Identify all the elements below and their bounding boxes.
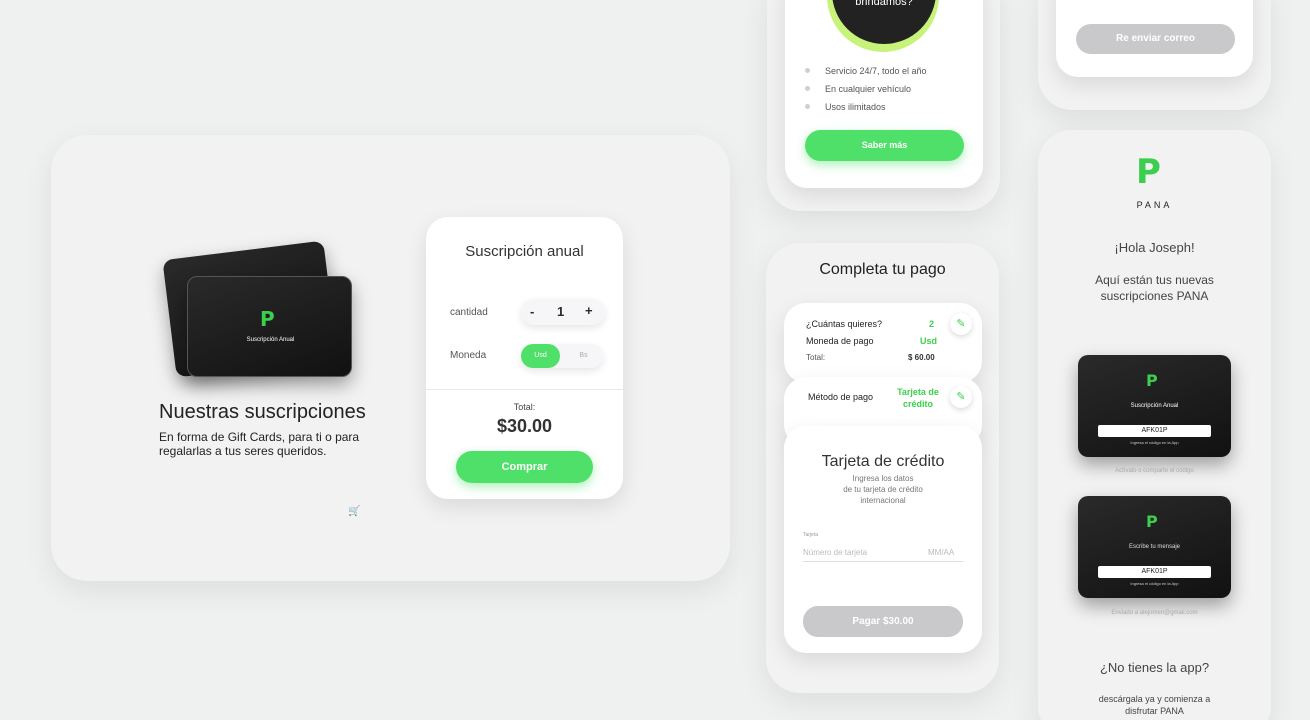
credit-card-form: Tarjeta de crédito Ingresa los datos de … — [784, 426, 982, 653]
bullet-icon — [805, 104, 810, 109]
card-field-label: Tarjeta — [803, 532, 819, 538]
gift-card-label: Suscripción Anual — [1130, 403, 1179, 409]
benefit-item: Servicio 24/7, todo el año — [825, 66, 927, 76]
resend-email-button[interactable]: Re enviar correo — [1076, 24, 1235, 54]
gift-card-label: Suscripción Anual — [246, 337, 295, 343]
pana-logo-icon: P — [1146, 371, 1158, 390]
edit-summary-icon[interactable]: ✎ — [950, 313, 972, 335]
gift-card-2: P Escribe tu mensaje AFK01P Ingresa el c… — [1078, 496, 1231, 598]
summary-row-value: Usd — [920, 336, 938, 346]
benefit-item: En cualquier vehículo — [825, 84, 912, 94]
bullet-icon — [805, 86, 810, 91]
gift-card-caption: Enviado a alejomen@gmail.com — [1111, 610, 1198, 616]
summary-row-label: ¿Cuántas quieres? — [806, 319, 883, 329]
total-label: Total: — [513, 402, 536, 412]
increment-button[interactable]: + — [585, 303, 593, 318]
gift-card-caption: Actívalo o comparte el código — [1115, 468, 1194, 474]
method-value-line2: crédito — [902, 399, 933, 409]
method-label: Método de pago — [808, 392, 874, 402]
card-number-input[interactable]: Número de tarjeta — [803, 548, 867, 557]
gift-code-hint: Ingresa el código en la App — [1130, 581, 1179, 586]
purchase-widget: Suscripción anual cantidad - 1 + Moneda … — [426, 217, 623, 499]
benefits-card: brindamos? Servicio 24/7, todo el año En… — [785, 0, 983, 188]
benefits-circle-text: brindamos? — [855, 0, 913, 8]
download-line1: descárgala ya y comienza a — [1098, 694, 1211, 704]
currency-toggle[interactable]: Usd Bs — [521, 344, 603, 368]
summary-row-label: Moneda de pago — [806, 336, 874, 346]
bullet-icon — [805, 68, 810, 73]
payment-panel: Completa tu pago ¿Cuántas quieres? 2 Mon… — [766, 243, 999, 693]
gift-card-1: P Suscripción Anual AFK01P Ingresa el có… — [1078, 355, 1231, 457]
pana-logo-icon: P — [1146, 512, 1158, 531]
email-panel: P PANA ¡Hola Joseph! Aquí están tus nuev… — [1038, 130, 1271, 720]
summary-row-label: Total: — [806, 353, 826, 362]
message-line2: suscripciones PANA — [1100, 289, 1209, 303]
form-desc-line1: Ingresa los datos — [852, 474, 914, 483]
subscriptions-panel: P Suscripción Anual Nuestras suscripcion… — [51, 135, 730, 581]
resend-panel: Re enviar correo — [1038, 0, 1271, 110]
gift-card-front[interactable]: P Suscripción Anual — [187, 276, 352, 377]
edit-method-icon[interactable]: ✎ — [950, 386, 972, 408]
widget-title: Suscripción anual — [465, 243, 584, 260]
total-value: $30.00 — [496, 416, 553, 436]
form-title: Tarjeta de crédito — [821, 453, 945, 470]
gift-code: AFK01P — [1098, 566, 1211, 578]
section-title: Nuestras suscripciones — [159, 401, 366, 423]
gift-card-message: Escribe tu mensaje — [1128, 544, 1181, 550]
section-subtitle-line1: En forma de Gift Cards, para ti o para — [159, 430, 360, 444]
summary-row-value: 2 — [929, 319, 935, 329]
card-input-underline — [803, 561, 963, 562]
quantity-value: 1 — [557, 304, 565, 319]
gift-code-hint: Ingresa el código en la App — [1130, 440, 1179, 445]
method-value-line1: Tarjeta de — [897, 387, 939, 397]
currency-label: Moneda — [450, 350, 487, 361]
pana-logo-icon: P — [1136, 152, 1161, 192]
currency-option-bs[interactable]: Bs — [564, 344, 603, 368]
section-subtitle-line2: regalarlas a tus seres queridos. — [159, 444, 327, 458]
order-summary-card: ¿Cuántas quieres? 2 Moneda de pago Usd T… — [784, 303, 982, 383]
resend-card: Re enviar correo — [1056, 0, 1253, 77]
gift-code: AFK01P — [1098, 425, 1211, 437]
currency-option-usd[interactable]: Usd — [521, 344, 560, 368]
decrement-button[interactable]: - — [530, 304, 534, 319]
quantity-stepper[interactable]: - 1 + — [521, 299, 605, 325]
download-line2: disfrutar PANA — [1125, 706, 1184, 716]
summary-row-value: $ 60.00 — [908, 353, 935, 362]
pay-button[interactable]: Pagar $30.00 — [803, 606, 963, 637]
buy-button[interactable]: Comprar — [456, 451, 593, 483]
learn-more-button[interactable]: Saber más — [805, 130, 964, 161]
greeting: ¡Hola Joseph! — [1114, 240, 1195, 255]
benefits-panel: brindamos? Servicio 24/7, todo el año En… — [767, 0, 1000, 211]
pana-logo-icon: P — [260, 307, 275, 331]
form-desc-line2: de tu tarjeta de crédito — [843, 485, 923, 494]
payment-title: Completa tu pago — [819, 261, 946, 278]
widget-divider — [426, 389, 623, 390]
quantity-label: cantidad — [450, 307, 488, 318]
card-expiry-input[interactable]: MM/AA — [928, 548, 954, 557]
no-app-heading: ¿No tienes la app? — [1099, 660, 1210, 675]
brand-name: PANA — [1136, 200, 1173, 210]
cart-icon[interactable]: 🛒 — [348, 506, 360, 517]
benefit-item: Usos ilimitados — [825, 102, 886, 112]
message-line1: Aquí están tus nuevas — [1095, 273, 1214, 287]
form-desc-line3: internacional — [860, 496, 906, 505]
